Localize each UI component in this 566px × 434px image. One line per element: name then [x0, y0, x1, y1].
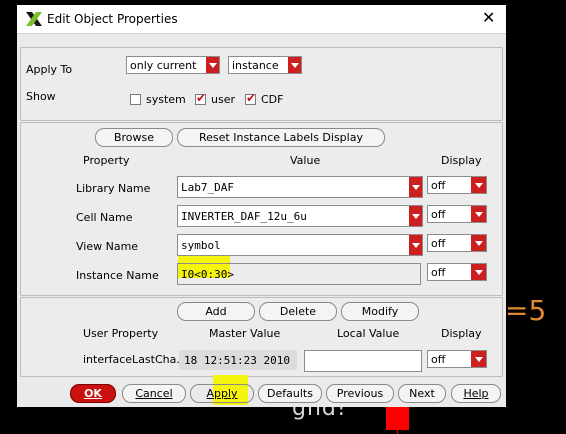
show-system-checkbox[interactable] — [130, 94, 141, 105]
library-name-label: Library Name — [76, 182, 151, 195]
apply-button[interactable]: Apply — [190, 384, 254, 403]
user-property-name: interfaceLastCha.. — [83, 353, 184, 366]
show-cdf-label: CDF — [261, 93, 284, 106]
x-logo-icon — [26, 12, 42, 26]
delete-button[interactable]: Delete — [259, 302, 337, 321]
chevron-down-icon — [471, 177, 486, 193]
view-name-display-select[interactable]: off — [427, 234, 487, 252]
schematic-gnd-pin — [386, 406, 409, 430]
user-property-display-select[interactable]: off — [427, 350, 487, 368]
display-header: Display — [441, 154, 482, 167]
chevron-down-icon — [471, 206, 486, 222]
instance-name-label: Instance Name — [76, 269, 159, 282]
master-value-field: 18 12:51:23 2010 — [179, 350, 297, 370]
show-user-checkbox[interactable] — [195, 91, 206, 105]
help-button[interactable]: Help — [451, 384, 501, 403]
dialog-title: Edit Object Properties — [47, 12, 178, 26]
cancel-button[interactable]: Cancel — [122, 384, 186, 403]
cell-name-label: Cell Name — [76, 211, 133, 224]
chevron-down-icon — [409, 235, 422, 255]
master-value-header: Master Value — [209, 327, 281, 340]
next-button[interactable]: Next — [398, 384, 446, 403]
apply-scope-dropdown[interactable]: only current — [126, 56, 220, 74]
chevron-down-icon — [471, 351, 486, 367]
chevron-down-icon — [409, 177, 422, 197]
view-name-field[interactable]: symbol — [177, 234, 423, 256]
chevron-down-icon — [409, 206, 422, 226]
ok-button[interactable]: OK — [70, 384, 116, 403]
user-property-header: User Property — [83, 327, 159, 340]
view-name-label: View Name — [76, 240, 139, 253]
dialog-body: Apply To only current instance Show syst… — [17, 33, 506, 407]
edit-object-properties-dialog: Edit Object Properties ✕ Apply To only c… — [17, 5, 506, 407]
apply-show-panel: Apply To only current instance Show syst… — [20, 47, 503, 121]
chevron-down-icon — [288, 57, 301, 73]
close-icon[interactable]: ✕ — [482, 9, 495, 27]
modify-button[interactable]: Modify — [341, 302, 419, 321]
apply-object-dropdown[interactable]: instance — [228, 56, 302, 74]
properties-panel: Browse Reset Instance Labels Display Pro… — [20, 122, 503, 296]
chevron-down-icon — [471, 264, 486, 280]
browse-button[interactable]: Browse — [95, 128, 173, 147]
apply-to-label: Apply To — [26, 63, 73, 76]
defaults-button[interactable]: Defaults — [258, 384, 322, 403]
title-bar: Edit Object Properties ✕ — [17, 5, 506, 33]
show-user-label: user — [211, 93, 235, 106]
display-header: Display — [441, 327, 482, 340]
show-system-label: system — [146, 93, 186, 106]
show-cdf-checkbox[interactable] — [245, 91, 256, 105]
cell-name-display-select[interactable]: off — [427, 205, 487, 223]
local-value-field[interactable] — [304, 350, 422, 372]
property-header: Property — [83, 154, 130, 167]
instance-name-display-select[interactable]: off — [427, 263, 487, 281]
schematic-parameter-text: =5 — [505, 294, 547, 327]
cell-name-field[interactable]: INVERTER_DAF_12u_6u — [177, 205, 423, 227]
value-header: Value — [290, 154, 321, 167]
chevron-down-icon — [206, 57, 219, 73]
instance-name-field[interactable]: I0<0:30> — [177, 263, 421, 285]
add-button[interactable]: Add — [177, 302, 255, 321]
local-value-header: Local Value — [337, 327, 400, 340]
show-label: Show — [26, 90, 56, 103]
user-properties-panel: Add Delete Modify User Property Master V… — [20, 297, 503, 377]
library-name-field[interactable]: Lab7_DAF — [177, 176, 423, 198]
previous-button[interactable]: Previous — [326, 384, 394, 403]
reset-instance-labels-button[interactable]: Reset Instance Labels Display — [177, 128, 385, 147]
library-name-display-select[interactable]: off — [427, 176, 487, 194]
chevron-down-icon — [471, 235, 486, 251]
